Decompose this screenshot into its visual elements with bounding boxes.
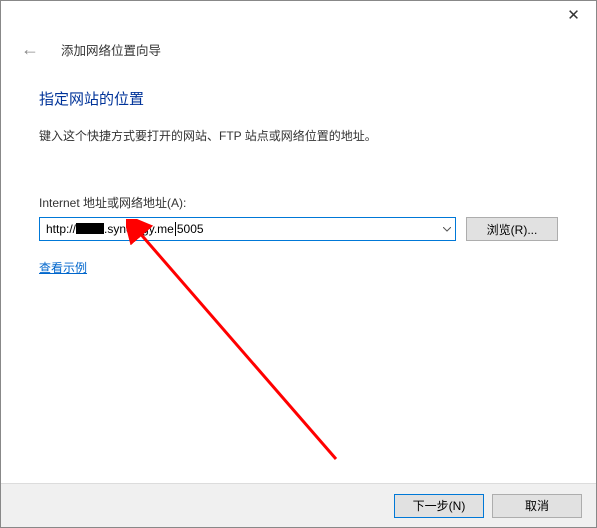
close-button[interactable]: ✕ [551,1,596,29]
url-suffix: 5005 [177,222,204,236]
chevron-down-icon[interactable] [437,218,455,240]
back-arrow-icon[interactable]: ← [17,37,43,62]
url-prefix: http:// [46,222,76,236]
browse-button[interactable]: 浏览(R)... [466,217,558,241]
content-area: 指定网站的位置 键入这个快捷方式要打开的网站、FTP 站点或网络位置的地址。 I… [1,72,596,276]
text-caret [175,222,176,236]
titlebar: ✕ [1,1,596,31]
cancel-button[interactable]: 取消 [492,494,582,518]
next-button[interactable]: 下一步(N) [394,494,484,518]
footer: 下一步(N) 取消 [1,483,596,527]
page-heading: 指定网站的位置 [39,88,558,109]
instruction-text: 键入这个快捷方式要打开的网站、FTP 站点或网络位置的地址。 [39,127,558,144]
address-input[interactable]: http:// .synology.me5005 [40,220,437,238]
wizard-title: 添加网络位置向导 [61,40,161,59]
address-row: http:// .synology.me5005 浏览(R)... [39,217,558,241]
url-mid: .synology.me [104,222,174,236]
address-label: Internet 地址或网络地址(A): [39,194,558,211]
address-combobox[interactable]: http:// .synology.me5005 [39,217,456,241]
view-example-link[interactable]: 查看示例 [39,261,87,275]
wizard-header: ← 添加网络位置向导 [1,31,596,72]
redacted-segment [76,223,104,234]
